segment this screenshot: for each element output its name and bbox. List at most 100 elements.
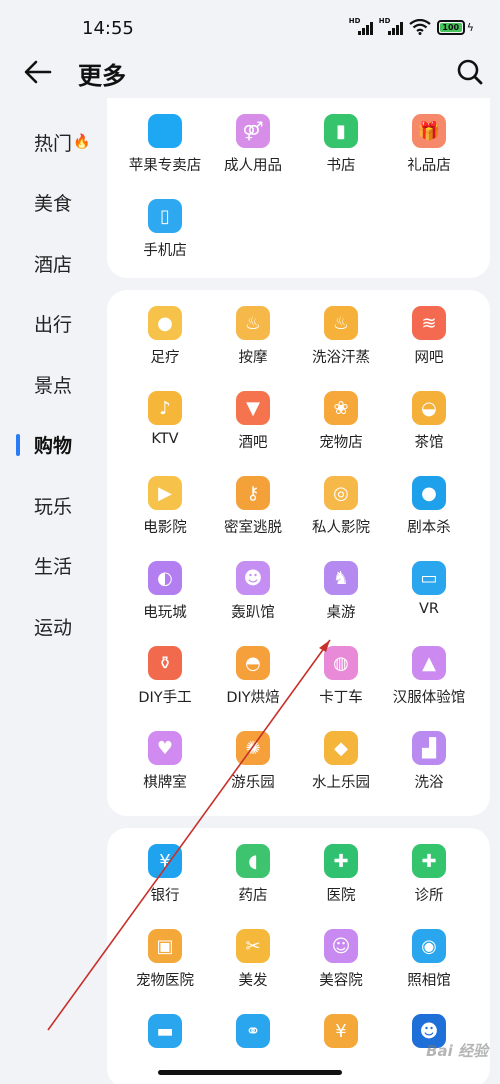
category-tile[interactable]: ● 剧本杀	[385, 460, 473, 545]
hospital-icon: ✚	[324, 844, 358, 878]
section-card-leisure: ● 足疗 ♨ 按摩 ♨ 洗浴汗蒸 ≋ 网吧 ♪ KTV ▼ 酒吧 ❀ 宠物店 ◒ 茶馆 ▶ 电影院 ⚷ 密室逃脱 ◎ 私人…	[107, 290, 490, 816]
back-arrow-icon[interactable]	[20, 54, 56, 90]
category-tile[interactable]: ▼ 酒吧	[209, 375, 297, 460]
sidebar-item-1[interactable]: 美食	[0, 173, 105, 234]
yuan-icon: ¥	[324, 1014, 358, 1048]
category-tile[interactable]: ◆ 水上乐园	[297, 715, 385, 800]
film-icon: ▶	[148, 476, 182, 510]
category-tile[interactable]: 苹果专卖店	[121, 98, 209, 183]
status-bar: 14:55 HD HD 100 ϟ	[0, 0, 500, 52]
cellular-signal-icon: HD	[379, 17, 403, 35]
category-label: 诊所	[414, 888, 444, 904]
sidebar-item-3[interactable]: 出行	[0, 294, 105, 355]
header: 更多	[0, 52, 500, 92]
battery-level: 100	[439, 22, 462, 32]
book-icon: ▮	[324, 114, 358, 148]
search-icon[interactable]	[452, 54, 488, 90]
category-tile[interactable]: ≋ 网吧	[385, 290, 473, 375]
category-tile[interactable]: ⚱ DIY手工	[121, 630, 209, 715]
category-tile[interactable]: ▮ 书店	[297, 98, 385, 183]
microphone-icon: ♪	[148, 391, 182, 425]
sidebar-item-label: 热门	[34, 132, 73, 155]
sidebar-item-7[interactable]: 生活	[0, 536, 105, 597]
category-tile[interactable]: ▭ VR	[385, 545, 473, 630]
restroom-icon: ⚭	[236, 1014, 270, 1048]
category-tile[interactable]: ☻ 轰趴馆	[209, 545, 297, 630]
category-tile[interactable]: 🎁 礼品店	[385, 98, 473, 183]
sidebar-item-4[interactable]: 景点	[0, 354, 105, 415]
category-tile[interactable]: ◉ 照相馆	[385, 913, 473, 998]
sidebar-item-8[interactable]: 运动	[0, 596, 105, 657]
sidebar-item-2[interactable]: 酒店	[0, 233, 105, 294]
sidebar-item-0[interactable]: 热门 🔥	[0, 112, 105, 173]
category-label: 洗浴	[414, 775, 444, 791]
category-tile[interactable]: ♨ 按摩	[209, 290, 297, 375]
category-sidebar: 热门 🔥 美食酒店出行景点购物玩乐生活运动	[0, 112, 105, 657]
category-tile[interactable]: ❀ 宠物店	[297, 375, 385, 460]
category-tile[interactable]: ◐ 电玩城	[121, 545, 209, 630]
category-tile[interactable]: ▟ 洗浴	[385, 715, 473, 800]
category-tile[interactable]: ✂ 美发	[209, 913, 297, 998]
key-icon: ⚷	[236, 476, 270, 510]
bath-icon: ▟	[412, 731, 446, 765]
category-tile[interactable]: ¥ 银行	[121, 828, 209, 913]
category-tile[interactable]: ⚷ 密室逃脱	[209, 460, 297, 545]
sidebar-item-6[interactable]: 玩乐	[0, 475, 105, 536]
apple-icon	[148, 114, 182, 148]
section-card-shopping-brands: 苹果专卖店 ⚤ 成人用品 ▮ 书店 🎁 礼品店 ▯ 手机店	[107, 98, 490, 278]
steam-icon: ♨	[324, 306, 358, 340]
sidebar-item-label: 玩乐	[34, 495, 73, 518]
category-tile[interactable]: ♨ 洗浴汗蒸	[297, 290, 385, 375]
category-tile[interactable]: ☺ 美容院	[297, 913, 385, 998]
foot-icon: ●	[148, 306, 182, 340]
category-tile[interactable]: ✚ 诊所	[385, 828, 473, 913]
status-icons: HD HD 100 ϟ	[349, 17, 474, 35]
pet-hospital-icon: ▣	[148, 929, 182, 963]
wifi-icon	[409, 19, 431, 35]
sidebar-item-5[interactable]: 购物	[0, 415, 105, 476]
category-tile[interactable]: ● 足疗	[121, 290, 209, 375]
category-tile[interactable]: ▣ 宠物医院	[121, 913, 209, 998]
charging-icon: ϟ	[466, 20, 474, 34]
sidebar-item-label: 运动	[34, 616, 73, 639]
category-tile[interactable]: ✚ 医院	[297, 828, 385, 913]
cards-icon: ♥	[148, 731, 182, 765]
category-tile[interactable]: ♪ KTV	[121, 375, 209, 460]
category-tile[interactable]: ▲ 汉服体验馆	[385, 630, 473, 715]
category-tile[interactable]: ◍ 卡丁车	[297, 630, 385, 715]
kart-icon: ◍	[324, 646, 358, 680]
chef-hat-icon: ◓	[236, 646, 270, 680]
category-tile[interactable]: ✺ 游乐园	[209, 715, 297, 800]
watermark: Bai 经验	[426, 1042, 488, 1060]
gift-icon: 🎁	[412, 114, 446, 148]
category-tile[interactable]: ♥ 棋牌室	[121, 715, 209, 800]
category-label: VR	[419, 601, 439, 617]
category-tile[interactable]: ⚤ 成人用品	[209, 98, 297, 183]
sidebar-item-label: 酒店	[34, 253, 73, 276]
vase-icon: ⚱	[148, 646, 182, 680]
category-tile[interactable]: ◓ DIY烘焙	[209, 630, 297, 715]
category-tile[interactable]: ♞ 桌游	[297, 545, 385, 630]
camera-icon: ◉	[412, 929, 446, 963]
pill-icon: ◖	[236, 844, 270, 878]
sidebar-item-label: 美食	[34, 193, 73, 216]
film-reel-icon: ◎	[324, 476, 358, 510]
sidebar-item-label: 出行	[34, 314, 73, 337]
home-indicator[interactable]	[158, 1070, 342, 1075]
category-label: 茶馆	[414, 435, 444, 451]
vr-headset-icon: ▭	[412, 561, 446, 595]
category-tile[interactable]: ▶ 电影院	[121, 460, 209, 545]
battery-icon: 100 ϟ	[436, 19, 474, 35]
cellular-signal-icon: HD	[349, 17, 373, 35]
massage-icon: ♨	[236, 306, 270, 340]
category-tile[interactable]: ◒ 茶馆	[385, 375, 473, 460]
category-tile[interactable]: ◖ 药店	[209, 828, 297, 913]
category-label: 汉服体验馆	[392, 690, 466, 706]
mask-icon: ☻	[236, 561, 270, 595]
sidebar-item-label: 景点	[34, 374, 73, 397]
category-tile[interactable]: ◎ 私人影院	[297, 460, 385, 545]
phone-icon: ▯	[148, 199, 182, 233]
scissors-icon: ✂	[236, 929, 270, 963]
category-tile[interactable]: ▯ 手机店	[121, 183, 209, 268]
page-title: 更多	[78, 62, 126, 90]
